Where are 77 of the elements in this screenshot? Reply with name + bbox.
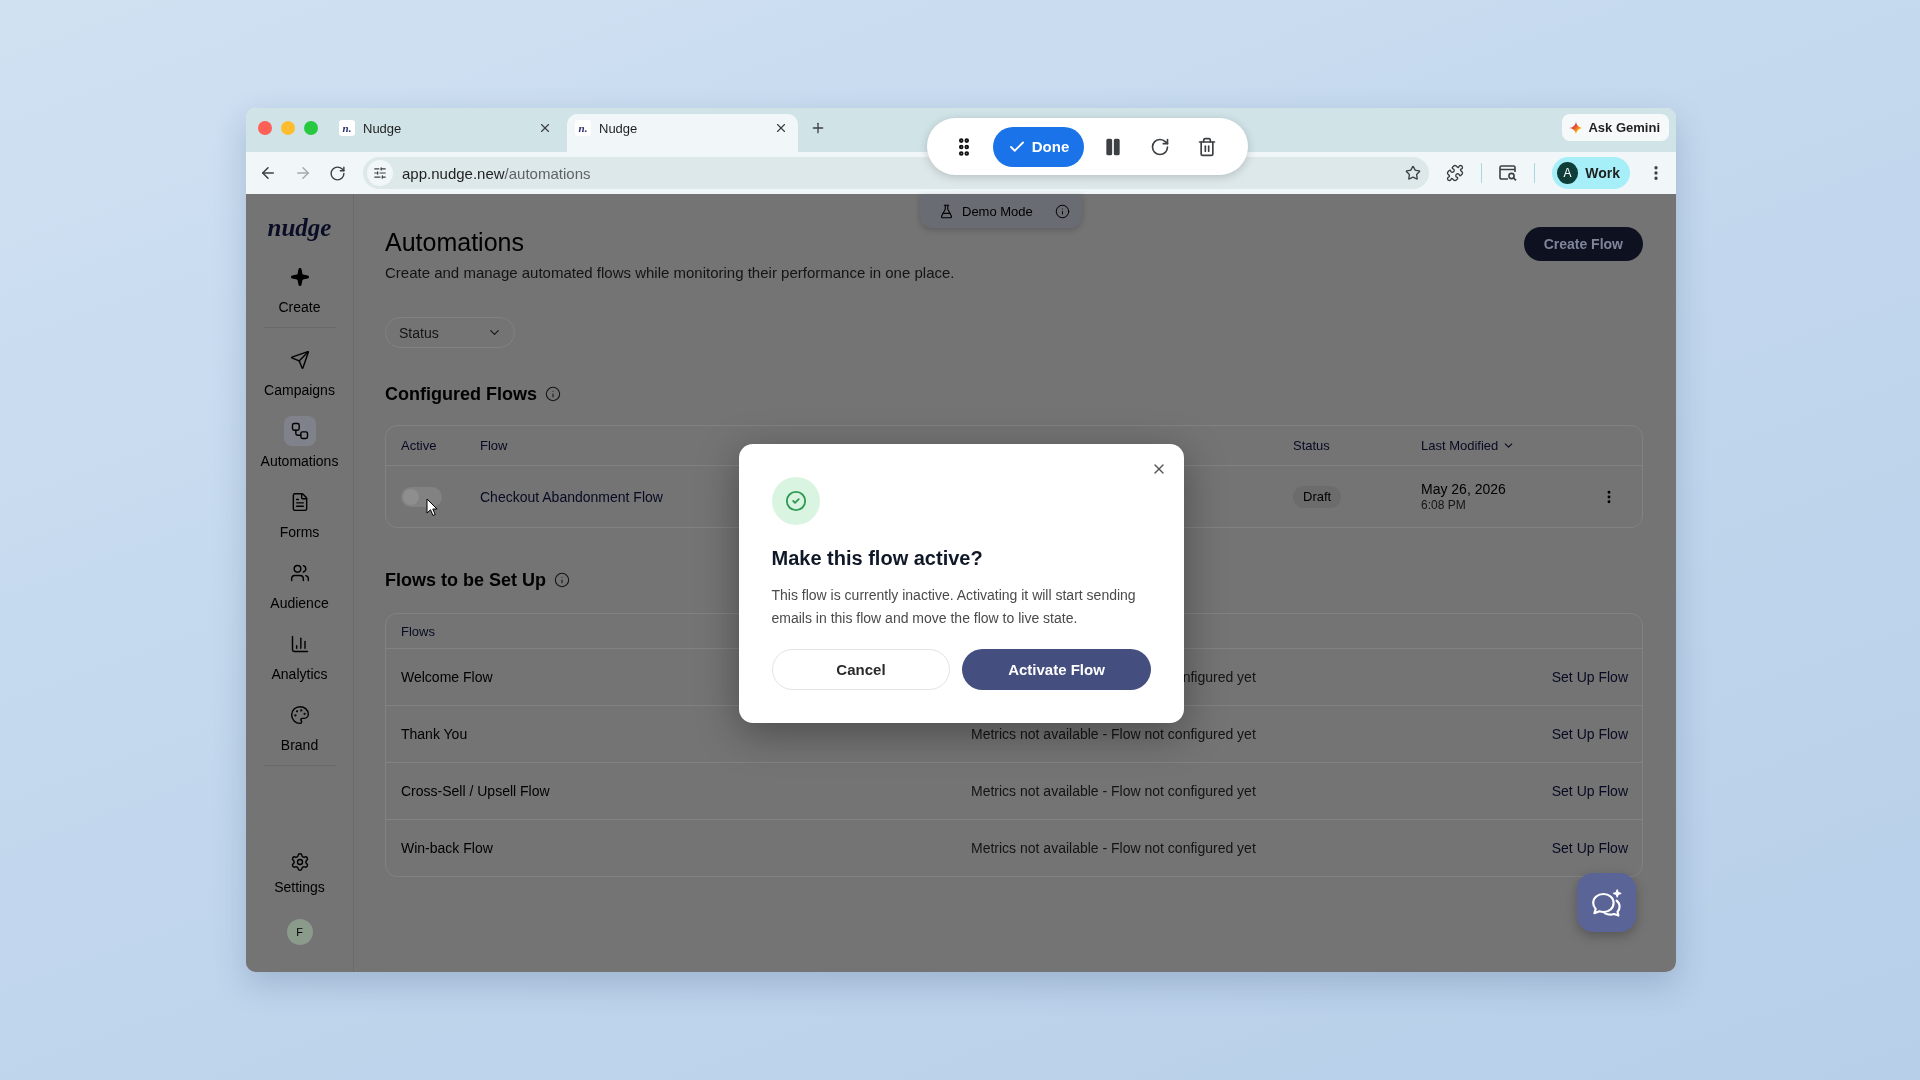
- set-up-flow-link[interactable]: Set Up Flow: [1551, 726, 1628, 742]
- users-icon: [289, 563, 310, 583]
- star-icon[interactable]: [1405, 165, 1421, 181]
- flow-name: Win-back Flow: [401, 840, 493, 856]
- column-header: Status: [1293, 438, 1330, 453]
- site-favicon: n.: [575, 120, 591, 136]
- puzzle-icon[interactable]: [1446, 164, 1464, 182]
- set-up-flow-link[interactable]: Set Up Flow: [1551, 783, 1628, 799]
- close-icon[interactable]: [774, 121, 788, 135]
- workflow-icon: [283, 416, 316, 446]
- settings-icon: [289, 852, 310, 872]
- close-icon[interactable]: [538, 121, 552, 135]
- column-header: Flows: [401, 623, 435, 639]
- flask-icon: [939, 203, 954, 219]
- column-header: Last Modified: [1421, 438, 1499, 453]
- section-heading: Flows to be Set Up: [385, 569, 546, 592]
- metrics-text: nfigured yet: [1182, 669, 1256, 685]
- window-search-icon[interactable]: [1499, 165, 1517, 181]
- chat-button[interactable]: [1577, 873, 1636, 932]
- flow-name: Welcome Flow: [401, 669, 493, 685]
- app-logo: nudge: [267, 213, 332, 243]
- metrics-text: Metrics not available - Flow not configured yet: [971, 783, 1256, 799]
- flow-name-link[interactable]: Checkout Abandonment Flow: [480, 488, 663, 505]
- pause-icon[interactable]: [1103, 136, 1123, 157]
- dialog-title: Make this flow active?: [771, 545, 984, 570]
- info-icon[interactable]: [545, 386, 561, 402]
- sidebar-item[interactable]: Forms: [251, 487, 348, 541]
- sidebar-item[interactable]: Create: [251, 262, 348, 316]
- set-up-flow-link[interactable]: Set Up Flow: [1551, 840, 1628, 856]
- status-badge: Draft: [1293, 485, 1342, 508]
- ask-gemini-button[interactable]: Ask Gemini: [1562, 114, 1669, 141]
- sidebar-item[interactable]: Campaigns: [251, 345, 348, 399]
- date-text: May 26, 2026: [1421, 480, 1506, 498]
- metrics-text: Metrics not available - Flow not configured yet: [971, 726, 1256, 742]
- profile-button[interactable]: A Work: [1552, 157, 1630, 189]
- url-text: app.nudge.new/automations: [402, 164, 591, 182]
- flow-name: Thank You: [401, 726, 468, 742]
- sidebar-item[interactable]: Automations: [251, 416, 348, 470]
- metrics-text: Metrics not available - Flow not configured yet: [971, 840, 1256, 856]
- browser-tab[interactable]: n. Nudge: [331, 114, 562, 152]
- info-icon[interactable]: [1055, 203, 1070, 219]
- plus-icon[interactable]: [810, 120, 826, 136]
- activate-flow-button[interactable]: Activate Flow: [962, 648, 1151, 690]
- page-title: Automations: [385, 227, 525, 257]
- sidebar-item[interactable]: Settings: [251, 852, 348, 896]
- mouse-pointer-icon: [426, 498, 438, 517]
- profile-avatar: A: [1557, 162, 1579, 184]
- chat-bubbles-icon: [1591, 887, 1622, 918]
- column-header: Active: [401, 438, 437, 453]
- page-subtitle: Create and manage automated flows while monitoring their performance in one place.: [385, 263, 955, 283]
- toggle-switch[interactable]: [401, 486, 442, 507]
- done-button[interactable]: Done: [993, 126, 1084, 167]
- sparkle-icon: [1569, 120, 1584, 135]
- palette-icon: [289, 705, 310, 725]
- create-flow-button[interactable]: Create Flow: [1523, 227, 1643, 261]
- cancel-button[interactable]: Cancel: [771, 648, 951, 690]
- info-icon[interactable]: [554, 572, 570, 588]
- section-heading: Configured Flows: [385, 383, 537, 406]
- sliders-icon[interactable]: [367, 160, 393, 186]
- sidebar-item[interactable]: Brand: [251, 700, 348, 754]
- flow-name: Cross-Sell / Upsell Flow: [401, 783, 550, 799]
- sparkle-icon: [289, 267, 310, 287]
- set-up-flow-link[interactable]: Set Up Flow: [1551, 669, 1628, 685]
- trash-icon[interactable]: [1197, 136, 1217, 157]
- browser-tab[interactable]: n. Nudge: [567, 114, 798, 152]
- demo-mode-label: Demo Mode: [962, 203, 1034, 219]
- column-header: Flow: [480, 438, 508, 453]
- sidebar-item[interactable]: Analytics: [251, 629, 348, 683]
- bar-chart-icon: [289, 634, 310, 654]
- reload-icon[interactable]: [1150, 136, 1170, 157]
- reload-icon[interactable]: [329, 164, 346, 182]
- send-icon: [289, 350, 310, 370]
- time-text: 6:08 PM: [1421, 497, 1466, 513]
- dialog-message: This flow is currently inactive. Activating it will start sending emails in this flow and move the flow to live state.: [771, 585, 1137, 628]
- site-favicon: n.: [339, 120, 355, 136]
- sidebar-item[interactable]: Audience: [251, 558, 348, 612]
- user-avatar[interactable]: F: [286, 919, 313, 945]
